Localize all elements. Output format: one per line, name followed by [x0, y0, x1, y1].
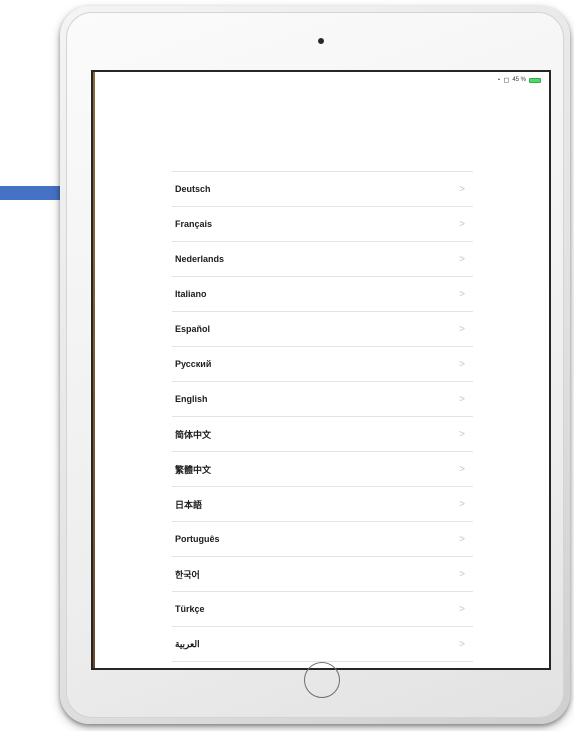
- chevron-right-icon: >: [459, 393, 465, 405]
- language-item-espanol[interactable]: Español >: [172, 312, 473, 347]
- language-label: 简体中文: [175, 429, 212, 440]
- language-label: 日本語: [175, 499, 203, 510]
- language-label: Русский: [175, 359, 212, 369]
- chevron-right-icon: >: [459, 218, 465, 230]
- language-label: Français: [175, 219, 213, 229]
- chevron-right-icon: >: [459, 533, 465, 545]
- ipad-screen: ◔ ◻ 45 % Deutsch > Français > Nederlands…: [91, 70, 551, 670]
- stage: ◔ ◻ 45 % Deutsch > Français > Nederlands…: [0, 0, 574, 731]
- language-item-turkce[interactable]: Türkçe >: [172, 592, 473, 627]
- language-item-deutsch[interactable]: Deutsch >: [172, 172, 473, 207]
- language-label: Deutsch: [175, 184, 211, 194]
- front-camera: [318, 38, 324, 44]
- chevron-right-icon: >: [459, 568, 465, 580]
- chevron-right-icon: >: [459, 638, 465, 650]
- chevron-right-icon: >: [459, 323, 465, 335]
- language-item-traditional-chinese[interactable]: 繁體中文 >: [172, 452, 473, 487]
- language-item-korean[interactable]: 한국어 >: [172, 557, 473, 592]
- language-item-italiano[interactable]: Italiano >: [172, 277, 473, 312]
- language-item-simplified-chinese[interactable]: 简体中文 >: [172, 417, 473, 452]
- language-item-portugues[interactable]: Português >: [172, 522, 473, 557]
- language-label: Italiano: [175, 289, 207, 299]
- language-label: English: [175, 394, 208, 404]
- chevron-right-icon: >: [459, 358, 465, 370]
- language-label: العربية: [175, 638, 200, 649]
- language-list: Deutsch > Français > Nederlands > Italia…: [172, 171, 473, 662]
- chevron-right-icon: >: [459, 428, 465, 440]
- screen-edge: [93, 72, 95, 668]
- chevron-right-icon: >: [459, 498, 465, 510]
- orientation-lock-icon: ◻: [503, 76, 510, 84]
- battery-percent: 45 %: [512, 77, 526, 83]
- chevron-right-icon: >: [459, 253, 465, 265]
- language-item-arabic[interactable]: العربية >: [172, 627, 473, 662]
- language-label: Türkçe: [175, 604, 205, 614]
- language-item-francais[interactable]: Français >: [172, 207, 473, 242]
- language-label: 繁體中文: [175, 464, 212, 475]
- chevron-right-icon: >: [459, 463, 465, 475]
- chevron-right-icon: >: [459, 288, 465, 300]
- language-item-english[interactable]: English >: [172, 382, 473, 417]
- chevron-right-icon: >: [459, 603, 465, 615]
- language-label: 한국어: [175, 569, 200, 580]
- chevron-right-icon: >: [459, 183, 465, 195]
- wifi-icon: ◔: [496, 76, 501, 84]
- battery-icon: [529, 77, 541, 83]
- home-button[interactable]: [304, 662, 340, 698]
- language-item-russian[interactable]: Русский >: [172, 347, 473, 382]
- language-item-japanese[interactable]: 日本語 >: [172, 487, 473, 522]
- language-label: Nederlands: [175, 254, 225, 264]
- status-bar: ◔ ◻ 45 %: [496, 75, 541, 85]
- language-item-nederlands[interactable]: Nederlands >: [172, 242, 473, 277]
- language-label: Español: [175, 324, 211, 334]
- language-label: Português: [175, 534, 220, 544]
